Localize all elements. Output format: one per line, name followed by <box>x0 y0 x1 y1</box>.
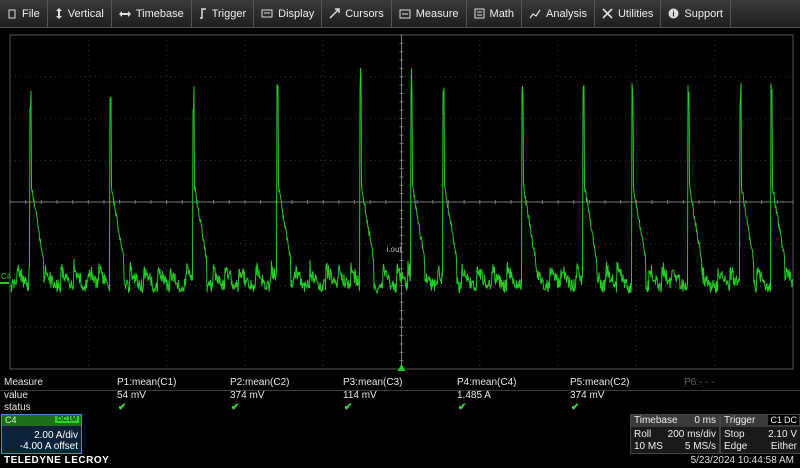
trigger-header: Trigger C1 DC <box>721 415 800 427</box>
measure-param-name[interactable]: P4:mean(C4) <box>457 377 516 388</box>
menu-label: Utilities <box>617 7 654 20</box>
cursors-icon <box>329 8 345 19</box>
channel-c4-descriptor[interactable]: C4 DC1M 2.00 A/div -4.00 A offset <box>1 414 82 454</box>
trigger-slope: Either <box>770 441 797 452</box>
timebase-mode: Roll <box>634 429 652 440</box>
timebase-scale: 200 ms/div <box>667 429 716 440</box>
channel-marker-label: C4 <box>1 272 12 281</box>
measure-param-value: 54 mV <box>117 390 146 401</box>
measure-param-value: 114 mV <box>343 390 377 401</box>
file-icon <box>7 9 22 19</box>
timebase-descriptor[interactable]: Timebase 0 ms Roll 200 ms/div 10 MS 5 MS… <box>630 414 720 454</box>
menu-bar: File Vertical Timebase Trigger Display Cursor… <box>0 0 800 28</box>
measure-status-check-icon: ✔ <box>231 402 240 413</box>
timebase-samples: 10 MS <box>634 441 663 452</box>
support-icon: i <box>668 8 684 19</box>
menu-label: Trigger <box>211 7 247 20</box>
measure-table[interactable]: Measure P1:mean(C1) P2:mean(C2) P3:mean(C3… <box>0 373 800 413</box>
menu-label: Vertical <box>67 7 104 20</box>
trigger-position-marker <box>397 364 406 371</box>
measure-status-label: status <box>4 402 31 413</box>
menu-label: Math <box>489 7 514 20</box>
measure-param-value: 374 mV <box>570 390 605 401</box>
measure-status-check-icon: ✔ <box>571 402 580 413</box>
menu-cursors[interactable]: Cursors <box>322 0 392 27</box>
analysis-icon <box>529 9 546 19</box>
trigger-level: 2.10 V <box>768 429 797 440</box>
channel-scale: 2.00 A/div <box>34 430 78 441</box>
brand-logo: TELEDYNE LECROY <box>4 455 110 466</box>
measure-param-name[interactable]: P2:mean(C2) <box>230 377 289 388</box>
timebase-rate: 5 MS/s <box>684 441 716 452</box>
channel-coupling-badge: DC1M <box>55 416 79 423</box>
waveform-grid[interactable]: C4 i.out <box>0 28 800 371</box>
trigger-icon <box>199 8 212 19</box>
menu-file[interactable]: File <box>0 0 48 27</box>
trigger-mode: Stop <box>724 429 745 440</box>
channel-name: C4 <box>5 415 17 425</box>
menu-display[interactable]: Display <box>254 0 323 27</box>
menu-support[interactable]: i Support <box>661 0 731 27</box>
timebase-header: Timebase 0 ms <box>631 415 719 427</box>
measure-status-check-icon: ✔ <box>458 402 467 413</box>
measure-status-check-icon: ✔ <box>118 402 127 413</box>
trigger-descriptor[interactable]: Trigger C1 DC Stop 2.10 V Edge Either <box>720 414 800 454</box>
timebase-delay: 0 ms <box>694 415 716 426</box>
menu-math[interactable]: Math <box>467 0 522 27</box>
timebase-title: Timebase <box>634 415 678 426</box>
display-icon <box>261 9 278 19</box>
measure-param-name[interactable]: P6:- - - <box>684 377 715 388</box>
measure-param-value: 1.485 A <box>457 390 491 401</box>
trigger-title: Trigger <box>724 415 756 426</box>
menu-label: Analysis <box>546 7 587 20</box>
trigger-coupling: DC <box>782 415 799 425</box>
svg-text:i: i <box>673 10 675 19</box>
measure-header-row: Measure P1:mean(C1) P2:mean(C2) P3:mean(C3… <box>0 377 800 391</box>
vertical-icon <box>55 8 68 19</box>
footer: TELEDYNE LECROY 5/23/2024 10:44:58 AM <box>0 454 800 468</box>
menu-label: Cursors <box>345 7 384 20</box>
timestamp: 5/23/2024 10:44:58 AM <box>690 455 794 466</box>
math-icon <box>474 8 490 19</box>
menu-label: File <box>22 7 40 20</box>
measure-status-check-icon: ✔ <box>344 402 353 413</box>
menu-trigger[interactable]: Trigger <box>192 0 255 27</box>
menu-label: Display <box>278 7 315 20</box>
measure-icon <box>399 9 416 19</box>
measure-header-label: Measure <box>4 377 43 388</box>
menu-utilities[interactable]: Utilities <box>595 0 662 27</box>
menu-timebase[interactable]: Timebase <box>112 0 192 27</box>
measure-param-name[interactable]: P1:mean(C1) <box>117 377 176 388</box>
measure-param-value: 374 mV <box>230 390 265 401</box>
channel-offset: -4.00 A offset <box>19 441 78 452</box>
waveform-display[interactable]: C4 i.out <box>0 28 800 371</box>
utilities-icon <box>602 8 618 19</box>
menu-vertical[interactable]: Vertical <box>48 0 112 27</box>
center-label: i.out <box>387 245 403 254</box>
timebase-icon <box>118 10 136 18</box>
channel-c4-tab: C4 DC1M <box>2 415 81 426</box>
menu-label: Timebase <box>135 7 184 20</box>
measure-param-name[interactable]: P5:mean(C2) <box>570 377 629 388</box>
menu-analysis[interactable]: Analysis <box>522 0 595 27</box>
trigger-type: Edge <box>724 441 748 452</box>
menu-label: Support <box>684 7 723 20</box>
menu-measure[interactable]: Measure <box>392 0 467 27</box>
measure-param-name[interactable]: P3:mean(C3) <box>343 377 402 388</box>
measure-value-label: value <box>4 390 28 401</box>
menu-label: Measure <box>415 7 459 20</box>
